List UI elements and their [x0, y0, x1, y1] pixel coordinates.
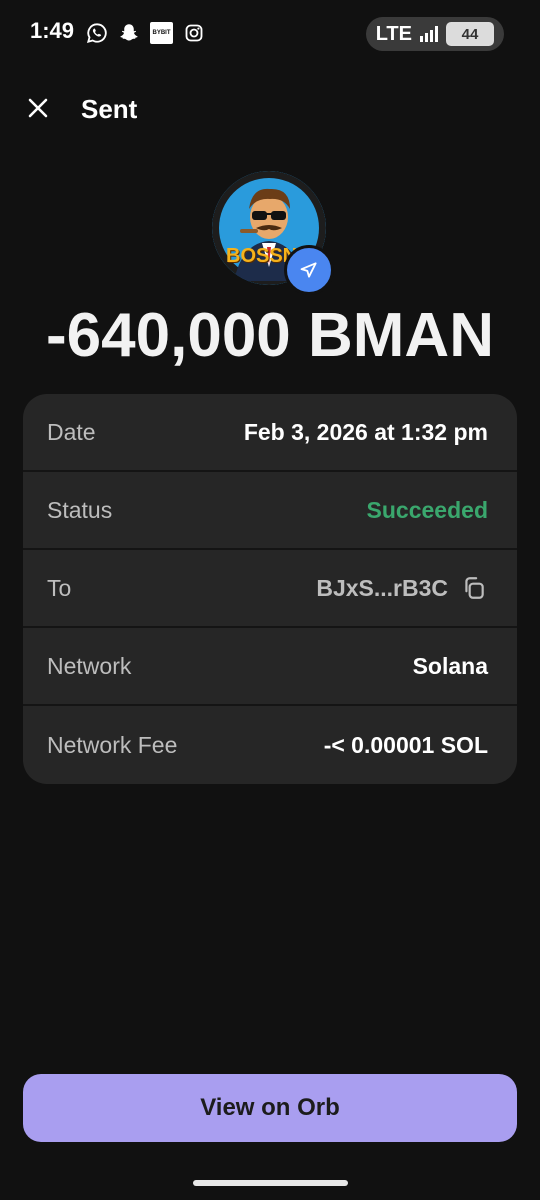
home-indicator[interactable] [193, 1180, 348, 1186]
transaction-amount: -640,000 BMAN [46, 301, 494, 370]
copy-icon [465, 577, 484, 599]
to-address-value: BJxS...rB3C [316, 574, 488, 602]
snapchat-icon [118, 22, 140, 44]
instagram-icon [183, 22, 205, 44]
system-status: LTE 44 [365, 17, 504, 51]
transaction-details-card: Date Feb 3, 2026 at 1:32 pm Status Succe… [23, 394, 517, 784]
detail-row-network: Network Solana [23, 628, 517, 706]
network-label: Network [47, 652, 132, 679]
view-on-orb-button[interactable]: View on Orb [23, 1074, 517, 1142]
detail-row-network-fee: Network Fee -< 0.00001 SOL [23, 706, 517, 784]
to-label: To [47, 574, 72, 601]
whatsapp-icon [86, 22, 108, 44]
date-value: Feb 3, 2026 at 1:32 pm [243, 418, 488, 445]
detail-row-to: To BJxS...rB3C [23, 550, 517, 628]
send-arrow-icon [300, 262, 317, 278]
transaction-detail-screen: 1:49 BYBIT LTE 44 Sent BOSSN -640,000 BM… [0, 0, 540, 1200]
detail-row-status: Status Succeeded [23, 472, 517, 550]
sent-badge [284, 245, 334, 295]
status-label: Status [47, 496, 113, 523]
header: Sent [0, 88, 540, 132]
token-avatar-group: BOSSN [212, 171, 334, 295]
page-title: Sent [81, 94, 138, 124]
status-value: Succeeded [366, 496, 488, 523]
battery-icon: 44 [446, 22, 494, 46]
copy-address-button[interactable] [460, 574, 488, 602]
close-button[interactable] [22, 92, 54, 124]
status-time: 1:49 [30, 18, 75, 43]
network-type: LTE [375, 22, 412, 45]
date-label: Date [47, 418, 96, 445]
status-bar: 1:49 BYBIT LTE 44 [0, 0, 540, 70]
bybit-icon: BYBIT [150, 22, 173, 44]
network-value: Solana [412, 652, 488, 679]
close-icon [28, 98, 48, 118]
notification-icons: BYBIT [86, 22, 205, 44]
signal-icon [420, 26, 438, 42]
network-fee-value: -< 0.00001 SOL [323, 731, 488, 758]
detail-row-date: Date Feb 3, 2026 at 1:32 pm [23, 394, 517, 472]
recipient-address: BJxS...rB3C [316, 574, 448, 601]
network-fee-label: Network Fee [47, 731, 178, 758]
